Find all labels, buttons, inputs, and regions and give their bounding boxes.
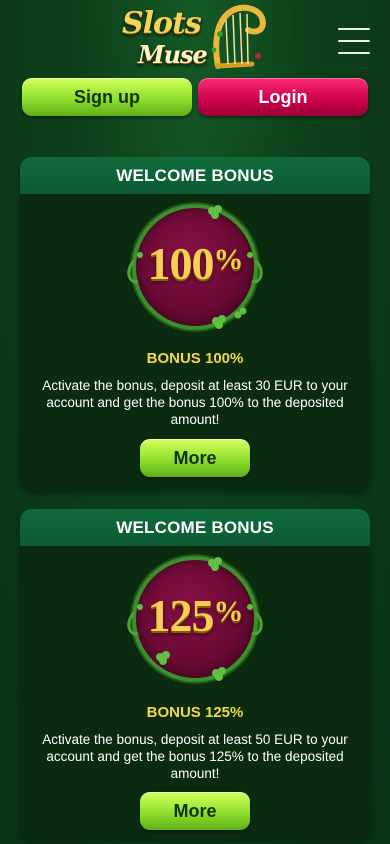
bonus-title: BONUS 100% <box>146 350 244 367</box>
page: Slots Muse Sign up Login WELCOME BONUS 1… <box>0 0 390 844</box>
bonus-percent: 100% <box>120 237 270 290</box>
bonus-medal: 100% <box>120 201 270 336</box>
menu-line <box>338 52 370 54</box>
bonus-percent: 125% <box>120 589 270 642</box>
bonus-title: BONUS 125% <box>146 704 244 721</box>
more-button[interactable]: More <box>140 792 250 830</box>
logo-word-slots: Slots <box>122 6 202 41</box>
more-button[interactable]: More <box>140 439 250 477</box>
logo[interactable]: Slots Muse <box>116 4 276 74</box>
header: Slots Muse Sign up Login <box>0 0 390 120</box>
signup-button[interactable]: Sign up <box>22 78 192 116</box>
menu-line <box>338 28 370 30</box>
bonus-description: Activate the bonus, deposit at least 50 … <box>42 732 348 781</box>
logo-word-muse: Muse <box>138 40 208 69</box>
login-button[interactable]: Login <box>198 78 368 116</box>
harp-icon <box>211 4 266 69</box>
bonus-percent-sign: % <box>213 595 244 628</box>
bonus-percent-number: 125 <box>147 590 215 641</box>
bonus-percent-number: 100 <box>147 238 215 289</box>
bonus-card-heading: WELCOME BONUS <box>20 509 370 546</box>
bonus-medal: 125% <box>120 553 270 688</box>
bonus-description: Activate the bonus, deposit at least 30 … <box>42 378 348 427</box>
bonus-percent-sign: % <box>213 243 244 276</box>
menu-line <box>338 40 370 42</box>
bonus-card: WELCOME BONUS 100% BONUS 100% Activate t… <box>20 157 370 490</box>
hamburger-menu-icon[interactable] <box>338 28 370 54</box>
bonus-card-heading: WELCOME BONUS <box>20 157 370 194</box>
bonus-card: WELCOME BONUS 125% BONUS 125% Activate t… <box>20 509 370 839</box>
